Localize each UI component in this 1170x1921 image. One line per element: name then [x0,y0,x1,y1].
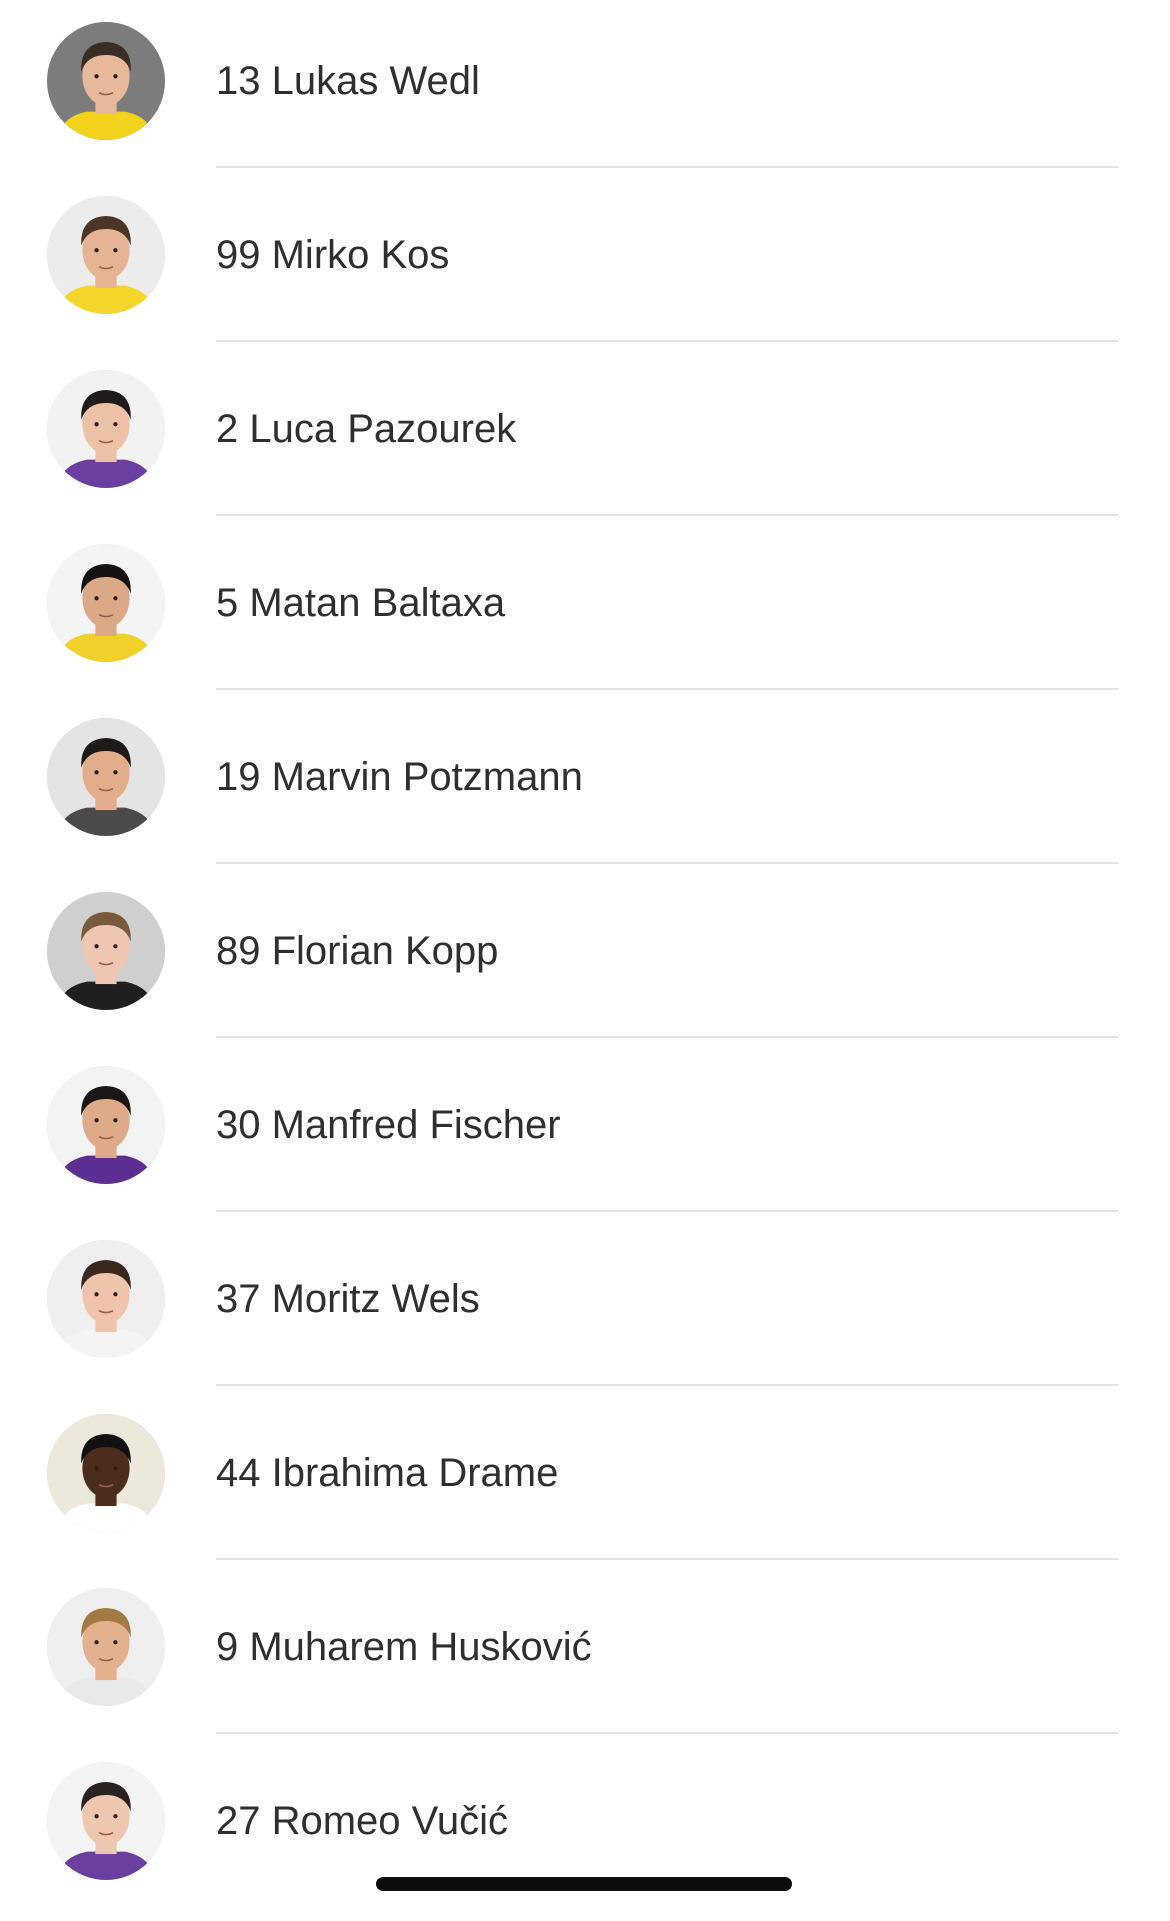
row-divider [216,340,1118,342]
player-photo [47,718,165,836]
player-avatar [47,1762,165,1880]
player-row[interactable]: 2 Luca Pazourek [0,348,1170,522]
player-photo [47,370,165,488]
player-photo [47,1762,165,1880]
home-indicator[interactable] [376,1877,792,1891]
player-row[interactable]: 30 Manfred Fischer [0,1044,1170,1218]
player-photo [47,1066,165,1184]
player-row[interactable]: 89 Florian Kopp [0,870,1170,1044]
player-name: 5 Matan Baltaxa [216,581,506,625]
player-avatar [47,370,165,488]
row-divider [216,1210,1118,1212]
player-avatar [47,1588,165,1706]
row-divider [216,514,1118,516]
player-photo [47,1414,165,1532]
player-name: 30 Manfred Fischer [216,1103,561,1147]
row-divider [216,862,1118,864]
player-avatar [47,1240,165,1358]
player-photo [47,892,165,1010]
player-row[interactable]: 5 Matan Baltaxa [0,522,1170,696]
player-avatar [47,718,165,836]
player-photo [47,1240,165,1358]
player-name: 9 Muharem Husković [216,1625,592,1669]
player-name: 37 Moritz Wels [216,1277,480,1321]
player-list: 13 Lukas Wedl 99 Mirko Kos 2 Luca Pazour… [0,0,1170,1914]
player-row[interactable]: 44 Ibrahima Drame [0,1392,1170,1566]
player-avatar [47,1066,165,1184]
player-name: 44 Ibrahima Drame [216,1451,559,1495]
player-name: 13 Lukas Wedl [216,59,480,103]
row-divider [216,1732,1118,1734]
player-photo [47,1588,165,1706]
player-avatar [47,22,165,140]
row-divider [216,688,1118,690]
player-photo [47,196,165,314]
player-row[interactable]: 37 Moritz Wels [0,1218,1170,1392]
player-avatar [47,544,165,662]
player-row[interactable]: 19 Marvin Potzmann [0,696,1170,870]
player-avatar [47,196,165,314]
player-photo [47,22,165,140]
row-divider [216,1558,1118,1560]
player-row[interactable]: 13 Lukas Wedl [0,0,1170,174]
row-divider [216,1384,1118,1386]
player-row[interactable]: 9 Muharem Husković [0,1566,1170,1740]
player-photo [47,544,165,662]
player-name: 19 Marvin Potzmann [216,755,583,799]
player-name: 99 Mirko Kos [216,233,450,277]
row-divider [216,1036,1118,1038]
player-avatar [47,892,165,1010]
player-row[interactable]: 99 Mirko Kos [0,174,1170,348]
player-name: 27 Romeo Vučić [216,1799,508,1843]
player-name: 89 Florian Kopp [216,929,499,973]
row-divider [216,166,1118,168]
player-avatar [47,1414,165,1532]
player-name: 2 Luca Pazourek [216,407,517,451]
